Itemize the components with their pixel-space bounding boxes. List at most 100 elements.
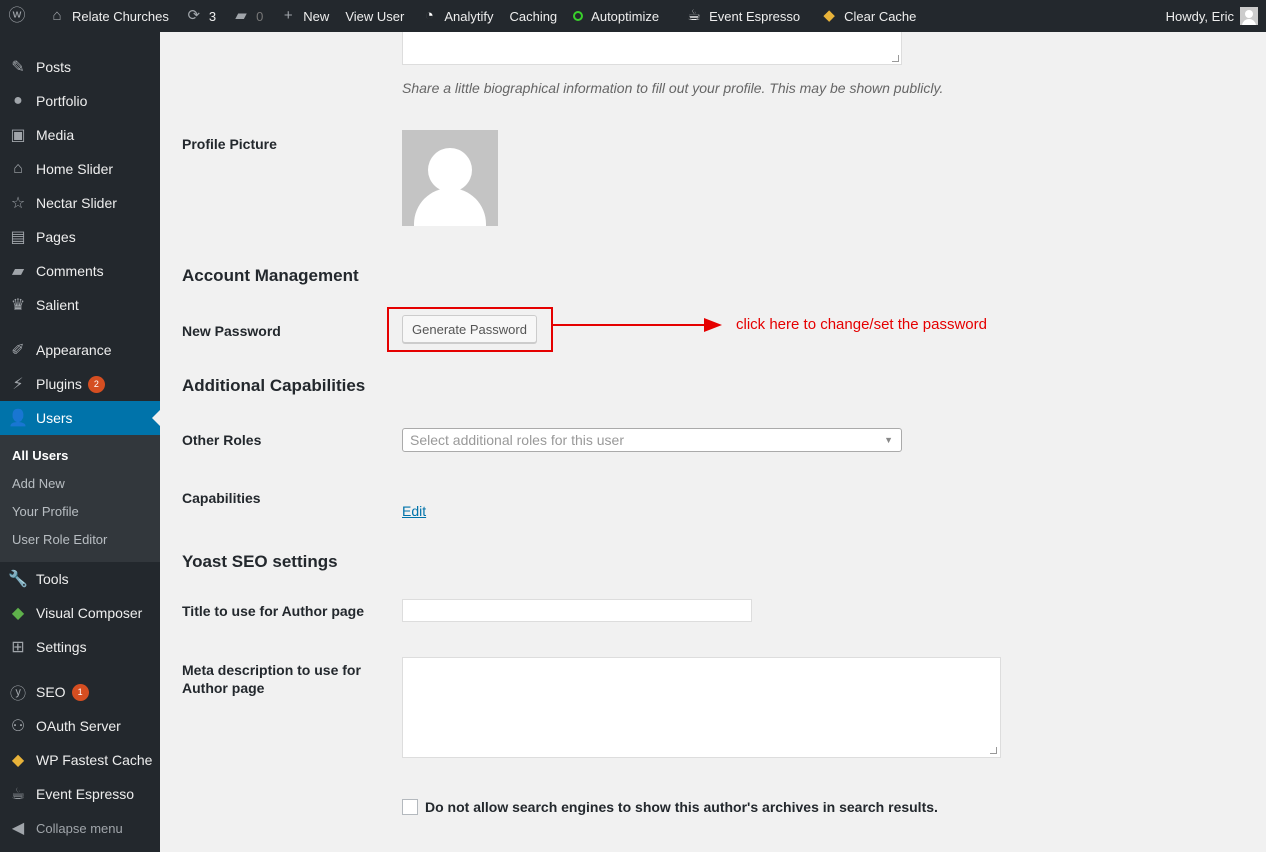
sidebar-item-event-espresso[interactable]: ☕ Event Espresso	[0, 777, 160, 811]
sidebar-item-label: Comments	[36, 263, 104, 279]
brush-icon: ✐	[11, 342, 25, 359]
sidebar-item-plugins[interactable]: ⚡ Plugins 2	[0, 367, 160, 401]
avatar	[1240, 7, 1258, 25]
noindex-author-label: Do not allow search engines to show this…	[425, 799, 938, 815]
sidebar-item-label: Home Slider	[36, 161, 114, 177]
site-name-link[interactable]: ⌂ Relate Churches	[40, 0, 177, 32]
submenu-user-role-editor[interactable]: User Role Editor	[12, 532, 107, 547]
sidebar-item-label: Pages	[36, 229, 76, 245]
updates-count: 3	[208, 8, 217, 24]
sidebar-item-seo[interactable]: ⓨ SEO 1	[0, 675, 160, 709]
profile-picture	[402, 130, 498, 226]
sidebar-item-settings[interactable]: ⊞ Settings	[0, 630, 160, 664]
media-icon: ▣	[10, 127, 26, 144]
sidebar-item-media[interactable]: ▣ Media	[0, 118, 160, 152]
autoptimize-link[interactable]: Autoptimize	[565, 0, 667, 32]
updates-link[interactable]: ⟳ 3	[177, 0, 224, 32]
sidebar-item-home-slider[interactable]: ⌂ Home Slider	[0, 152, 160, 186]
wrench-icon: 🔧	[8, 571, 28, 588]
event-espresso-link[interactable]: ☕ Event Espresso	[677, 0, 808, 32]
home-icon: ⌂	[52, 7, 62, 24]
sidebar-item-wp-fastest-cache[interactable]: ◆ WP Fastest Cache	[0, 743, 160, 777]
collapse-menu-button[interactable]: ◀ Collapse menu	[0, 811, 160, 845]
view-user-link[interactable]: View User	[337, 0, 412, 32]
sidebar-item-label: Visual Composer	[36, 605, 143, 621]
analytify-label: Analytify	[444, 8, 494, 24]
submenu-all-users[interactable]: All Users	[12, 448, 68, 463]
coffee-icon: ☕	[10, 786, 26, 803]
collapse-menu-label: Collapse menu	[36, 820, 123, 836]
comment-icon: ▰	[11, 263, 25, 280]
sidebar-item-pages[interactable]: ▤ Pages	[0, 220, 160, 254]
admin-bar: ⓦ ⌂ Relate Churches ⟳ 3 ▰ 0 + New View U…	[0, 0, 1266, 32]
noindex-author-checkbox[interactable]	[402, 799, 418, 815]
settings-icon: ⊞	[11, 639, 25, 656]
author-title-input[interactable]	[402, 599, 752, 622]
profile-picture-label: Profile Picture	[182, 136, 277, 152]
sidebar-item-label: Appearance	[36, 342, 112, 358]
sidebar-item-label: OAuth Server	[36, 718, 121, 734]
caching-link[interactable]: Caching	[501, 0, 565, 32]
avatar-head-shape	[428, 148, 472, 192]
sidebar-item-label: Tools	[36, 571, 69, 587]
sidebar-item-visual-composer[interactable]: ◆ Visual Composer	[0, 596, 160, 630]
resize-handle-icon[interactable]	[990, 747, 997, 754]
biographical-info-textarea[interactable]	[402, 32, 902, 65]
password-annotation: click here to change/set the password	[736, 316, 987, 333]
sidebar-item-portfolio[interactable]: ● Portfolio	[0, 84, 160, 118]
submenu-your-profile[interactable]: Your Profile	[12, 504, 79, 519]
new-content-link[interactable]: + New	[271, 0, 337, 32]
meta-description-label-line1: Meta description to use for	[182, 662, 361, 678]
analytify-link[interactable]: ◔ Analytify	[412, 0, 501, 32]
meta-description-textarea[interactable]	[402, 657, 1001, 758]
cheetah-icon: ◆	[823, 7, 835, 24]
sidebar-item-users[interactable]: 👤 Users	[0, 401, 160, 435]
additional-capabilities-heading: Additional Capabilities	[182, 376, 366, 395]
sidebar-item-label: SEO	[36, 684, 66, 700]
admin-sidebar: ✎ Posts ● Portfolio ▣ Media ⌂ Home Slider ☆ N…	[0, 32, 160, 852]
sidebar-item-tools[interactable]: 🔧 Tools	[0, 562, 160, 596]
account-management-heading: Account Management	[182, 266, 359, 285]
event-espresso-label: Event Espresso	[709, 8, 801, 24]
coffee-icon: ☕	[687, 7, 701, 24]
sidebar-item-label: WP Fastest Cache	[36, 752, 153, 768]
resize-handle-icon[interactable]	[892, 55, 899, 62]
wordpress-icon: ⓦ	[8, 6, 26, 25]
other-roles-label: Other Roles	[182, 432, 262, 448]
group-icon: ⚇	[10, 718, 26, 735]
autoptimize-label: Autoptimize	[591, 8, 660, 24]
sidebar-item-posts[interactable]: ✎ Posts	[0, 50, 160, 84]
clear-cache-label: Clear Cache	[844, 8, 917, 24]
other-roles-placeholder: Select additional roles for this user	[410, 432, 624, 448]
sidebar-item-appearance[interactable]: ✐ Appearance	[0, 333, 160, 367]
meta-description-label-line2: Author page	[182, 680, 265, 696]
sidebar-item-nectar-slider[interactable]: ☆ Nectar Slider	[0, 186, 160, 220]
palette-icon: ●	[13, 92, 23, 109]
author-title-label: Title to use for Author page	[182, 603, 365, 619]
yoast-icon: ⓨ	[9, 686, 26, 703]
plugin-icon: ⚡	[12, 376, 24, 393]
new-password-label: New Password	[182, 323, 281, 339]
sidebar-item-label: Users	[36, 410, 73, 426]
view-user-label: View User	[345, 8, 405, 24]
crown-icon: ♛	[10, 297, 26, 314]
sidebar-item-oauth-server[interactable]: ⚇ OAuth Server	[0, 709, 160, 743]
sidebar-item-label: Plugins	[36, 376, 82, 392]
comments-link[interactable]: ▰ 0	[224, 0, 271, 32]
other-roles-select[interactable]: Select additional roles for this user ▼	[402, 428, 902, 452]
sidebar-item-label: Portfolio	[36, 93, 88, 109]
pages-icon: ▤	[10, 229, 26, 246]
wordpress-logo-button[interactable]: ⓦ	[0, 0, 40, 32]
sidebar-item-label: Media	[36, 127, 75, 143]
my-account-link[interactable]: Howdy, Eric	[1158, 0, 1266, 32]
submenu-add-new[interactable]: Add New	[12, 476, 65, 491]
seo-notification-badge: 1	[71, 683, 89, 701]
clear-cache-link[interactable]: ◆ Clear Cache	[812, 0, 924, 32]
sidebar-item-comments[interactable]: ▰ Comments	[0, 254, 160, 288]
sidebar-item-salient[interactable]: ♛ Salient	[0, 288, 160, 322]
avatar-body-shape	[414, 188, 486, 226]
capabilities-edit-link[interactable]: Edit	[402, 503, 426, 519]
bio-description: Share a little biographical information …	[402, 80, 944, 96]
sidebar-item-label: Settings	[36, 639, 87, 655]
sidebar-item-label: Event Espresso	[36, 786, 135, 802]
